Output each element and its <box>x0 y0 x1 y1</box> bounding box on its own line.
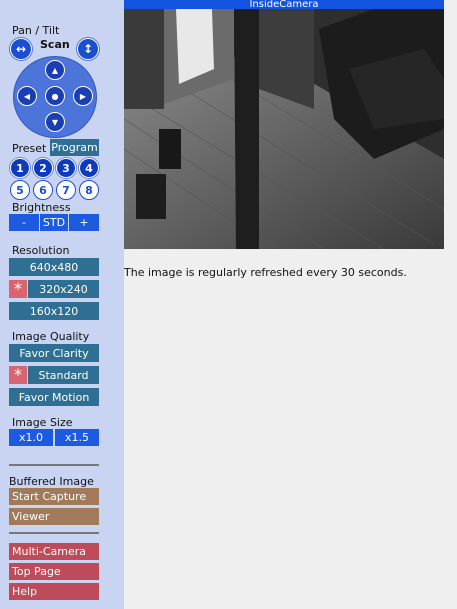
control-sidebar: Pan / Tilt ↔ Scan ↕ ▲ ◀ ● ▶ ▼ Preset Pro… <box>0 0 124 609</box>
top-page-link[interactable]: Top Page <box>9 563 99 580</box>
direction-pad: ▲ ◀ ● ▶ ▼ <box>13 56 97 138</box>
resolution-640x480-button[interactable]: 640x480 <box>9 258 99 276</box>
arrow-left-icon: ◀ <box>23 91 31 101</box>
size-x1-0-button[interactable]: x1.0 <box>9 429 53 446</box>
multi-camera-link[interactable]: Multi-Camera <box>9 543 99 560</box>
arrow-up-icon: ▲ <box>51 65 59 75</box>
selected-marker: * <box>9 280 27 298</box>
camera-title: InsideCamera <box>124 0 444 9</box>
resolution-320x240-button[interactable]: 320x240 <box>28 280 99 298</box>
quality-favor-clarity-button[interactable]: Favor Clarity <box>9 344 99 362</box>
quality-standard-button[interactable]: Standard <box>28 366 99 384</box>
image-size-label: Image Size <box>12 416 73 429</box>
vertical-arrows-icon: ↕ <box>82 42 94 56</box>
pan-right-button[interactable]: ▶ <box>73 86 93 106</box>
preset-6-button[interactable]: 6 <box>33 180 53 200</box>
resolution-label: Resolution <box>12 244 70 257</box>
preset-7-button[interactable]: 7 <box>56 180 76 200</box>
preset-5-button[interactable]: 5 <box>10 180 30 200</box>
pan-scan-button[interactable]: ↔ <box>10 38 32 60</box>
image-quality-label: Image Quality <box>12 330 90 343</box>
arrow-right-icon: ▶ <box>79 91 87 101</box>
size-x1-5-button[interactable]: x1.5 <box>55 429 99 446</box>
camera-feed-picture <box>124 9 444 249</box>
resolution-160x120-button[interactable]: 160x120 <box>9 302 99 320</box>
brightness-standard-button[interactable]: STD <box>40 214 68 231</box>
brightness-label: Brightness <box>12 201 71 214</box>
divider <box>9 464 99 466</box>
center-dot-icon: ● <box>51 91 59 101</box>
preset-4-button[interactable]: 4 <box>79 158 99 178</box>
camera-image <box>124 9 444 249</box>
brightness-minus-button[interactable]: - <box>9 214 39 231</box>
viewer-button[interactable]: Viewer <box>9 508 99 525</box>
scan-label: Scan <box>40 38 70 51</box>
arrow-down-icon: ▼ <box>51 117 59 127</box>
brightness-plus-button[interactable]: + <box>69 214 99 231</box>
quality-favor-motion-button[interactable]: Favor Motion <box>9 388 99 406</box>
program-button[interactable]: Program <box>50 139 99 156</box>
divider <box>9 532 99 534</box>
pan-left-button[interactable]: ◀ <box>17 86 37 106</box>
help-link[interactable]: Help <box>9 583 99 600</box>
home-position-button[interactable]: ● <box>45 86 65 106</box>
pan-tilt-label: Pan / Tilt <box>12 24 60 37</box>
refresh-caption: The image is regularly refreshed every 3… <box>124 266 407 279</box>
start-capture-button[interactable]: Start Capture <box>9 488 99 505</box>
preset-label: Preset <box>12 142 47 155</box>
horizontal-arrows-icon: ↔ <box>15 42 27 56</box>
pan-up-button[interactable]: ▲ <box>45 60 65 80</box>
tilt-scan-button[interactable]: ↕ <box>77 38 99 60</box>
preset-1-button[interactable]: 1 <box>10 158 30 178</box>
preset-8-button[interactable]: 8 <box>79 180 99 200</box>
pan-down-button[interactable]: ▼ <box>45 112 65 132</box>
buffered-image-label: Buffered Image <box>9 475 94 488</box>
preset-2-button[interactable]: 2 <box>33 158 53 178</box>
selected-marker: * <box>9 366 27 384</box>
preset-3-button[interactable]: 3 <box>56 158 76 178</box>
